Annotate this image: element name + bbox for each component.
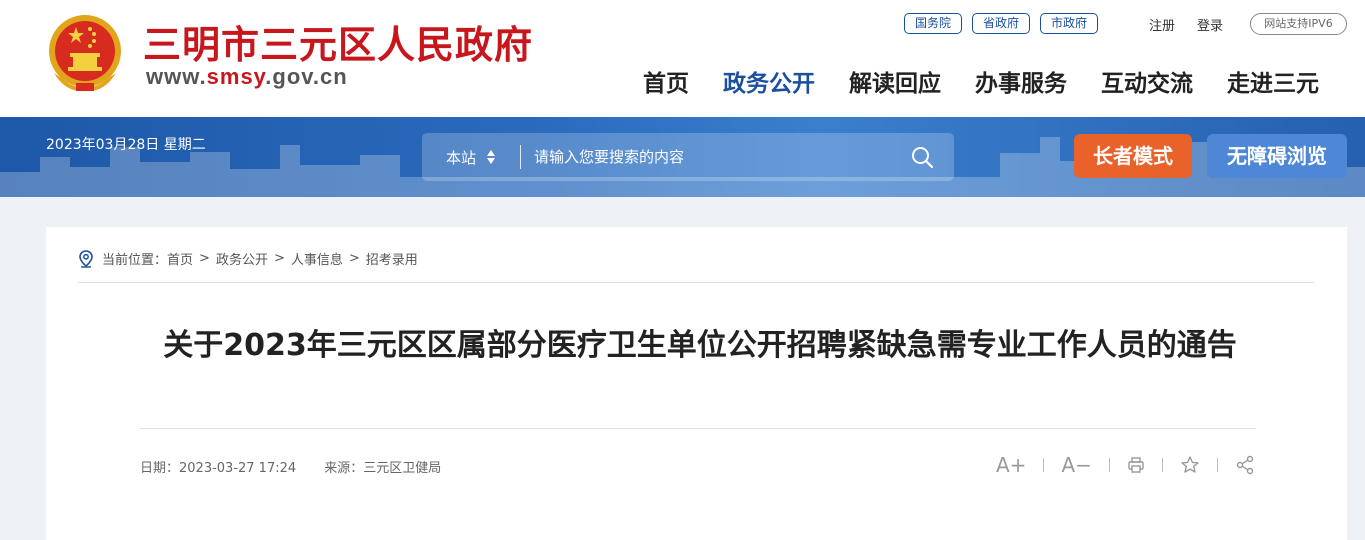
national-emblem-icon[interactable] <box>46 11 124 95</box>
site-title[interactable]: 三明市三元区人民政府 <box>143 14 533 69</box>
main-nav: 首页 政务公开 解读回应 办事服务 互动交流 走进三元 <box>643 64 1319 98</box>
tool-separator <box>1161 458 1163 472</box>
sort-arrows-icon[interactable] <box>486 148 496 166</box>
link-province-gov[interactable]: 省政府 <box>972 13 1031 34</box>
nav-about[interactable]: 走进三元 <box>1227 64 1319 98</box>
star-favorite-icon[interactable] <box>1180 453 1200 477</box>
breadcrumb-divider <box>78 282 1315 283</box>
search-bar: 本站 <box>422 133 954 181</box>
nav-services[interactable]: 办事服务 <box>975 64 1067 98</box>
url-prefix: www. <box>146 64 207 89</box>
breadcrumb-separator: > <box>273 251 285 266</box>
breadcrumb-separator: > <box>199 251 210 266</box>
link-state-council[interactable]: 国务院 <box>904 13 963 34</box>
title-divider <box>140 428 1256 429</box>
nav-interaction[interactable]: 互动交流 <box>1101 64 1193 98</box>
nav-home[interactable]: 首页 <box>643 64 689 98</box>
breadcrumb-gov-affairs[interactable]: 政务公开 <box>216 249 268 268</box>
article-title: 关于2023年三元区区属部分医疗卫生单位公开招聘紧缺急需专业工作人员的通告 <box>163 328 1237 363</box>
tool-separator <box>1108 458 1110 472</box>
tool-separator <box>1216 458 1218 472</box>
link-city-gov[interactable]: 市政府 <box>1040 13 1099 34</box>
elder-mode-button[interactable]: 长者模式 <box>1074 134 1192 178</box>
accessibility-button[interactable]: 无障碍浏览 <box>1207 134 1347 178</box>
article-meta: 日期：2023-03-27 17:24 来源：三元区卫健局 <box>140 457 465 476</box>
breadcrumb: 当前位置： 首页 > 政务公开 > 人事信息 > 招考录用 <box>78 249 418 268</box>
article-date: 日期：2023-03-27 17:24 <box>140 461 297 476</box>
search-scope-select[interactable]: 本站 <box>446 147 476 168</box>
site-url: www.smsy.gov.cn <box>146 64 348 90</box>
breadcrumb-label: 当前位置： <box>102 253 168 268</box>
url-highlight: smsy <box>206 64 266 89</box>
register-link[interactable]: 注册 <box>1149 15 1175 34</box>
article-card: 当前位置： 首页 > 政务公开 > 人事信息 > 招考录用 关于2023年三元区… <box>46 227 1347 540</box>
breadcrumb-personnel[interactable]: 人事信息 <box>291 249 343 268</box>
gov-links: 国务院 省政府 市政府 <box>904 13 1099 34</box>
font-increase-button[interactable]: A+ <box>996 453 1026 477</box>
location-pin-icon <box>79 249 93 268</box>
search-divider <box>520 145 521 169</box>
search-input[interactable] <box>534 143 894 171</box>
login-link[interactable]: 登录 <box>1197 15 1223 34</box>
article-tools: A+ A− <box>996 453 1255 477</box>
font-decrease-button[interactable]: A− <box>1061 453 1091 477</box>
share-icon[interactable] <box>1235 453 1255 477</box>
breadcrumb-separator: > <box>348 251 360 266</box>
print-icon[interactable] <box>1127 453 1145 477</box>
nav-interpretation[interactable]: 解读回应 <box>849 64 941 98</box>
ipv6-badge: 网站支持IPV6 <box>1250 13 1347 35</box>
breadcrumb-recruitment[interactable]: 招考录用 <box>366 249 418 268</box>
breadcrumb-home[interactable]: 首页 <box>167 249 193 268</box>
article-source: 来源：三元区卫健局 <box>324 461 442 476</box>
search-banner: 2023年03月28日 星期二 本站 长者模式 无障碍浏览 <box>0 117 1365 197</box>
url-suffix: .gov.cn <box>265 64 348 89</box>
current-date: 2023年03月28日 星期二 <box>46 137 206 153</box>
search-icon[interactable] <box>910 145 934 169</box>
tool-separator <box>1043 458 1045 472</box>
nav-gov-affairs[interactable]: 政务公开 <box>723 64 815 98</box>
site-header: 三明市三元区人民政府 www.smsy.gov.cn 国务院 省政府 市政府 注… <box>0 0 1365 117</box>
